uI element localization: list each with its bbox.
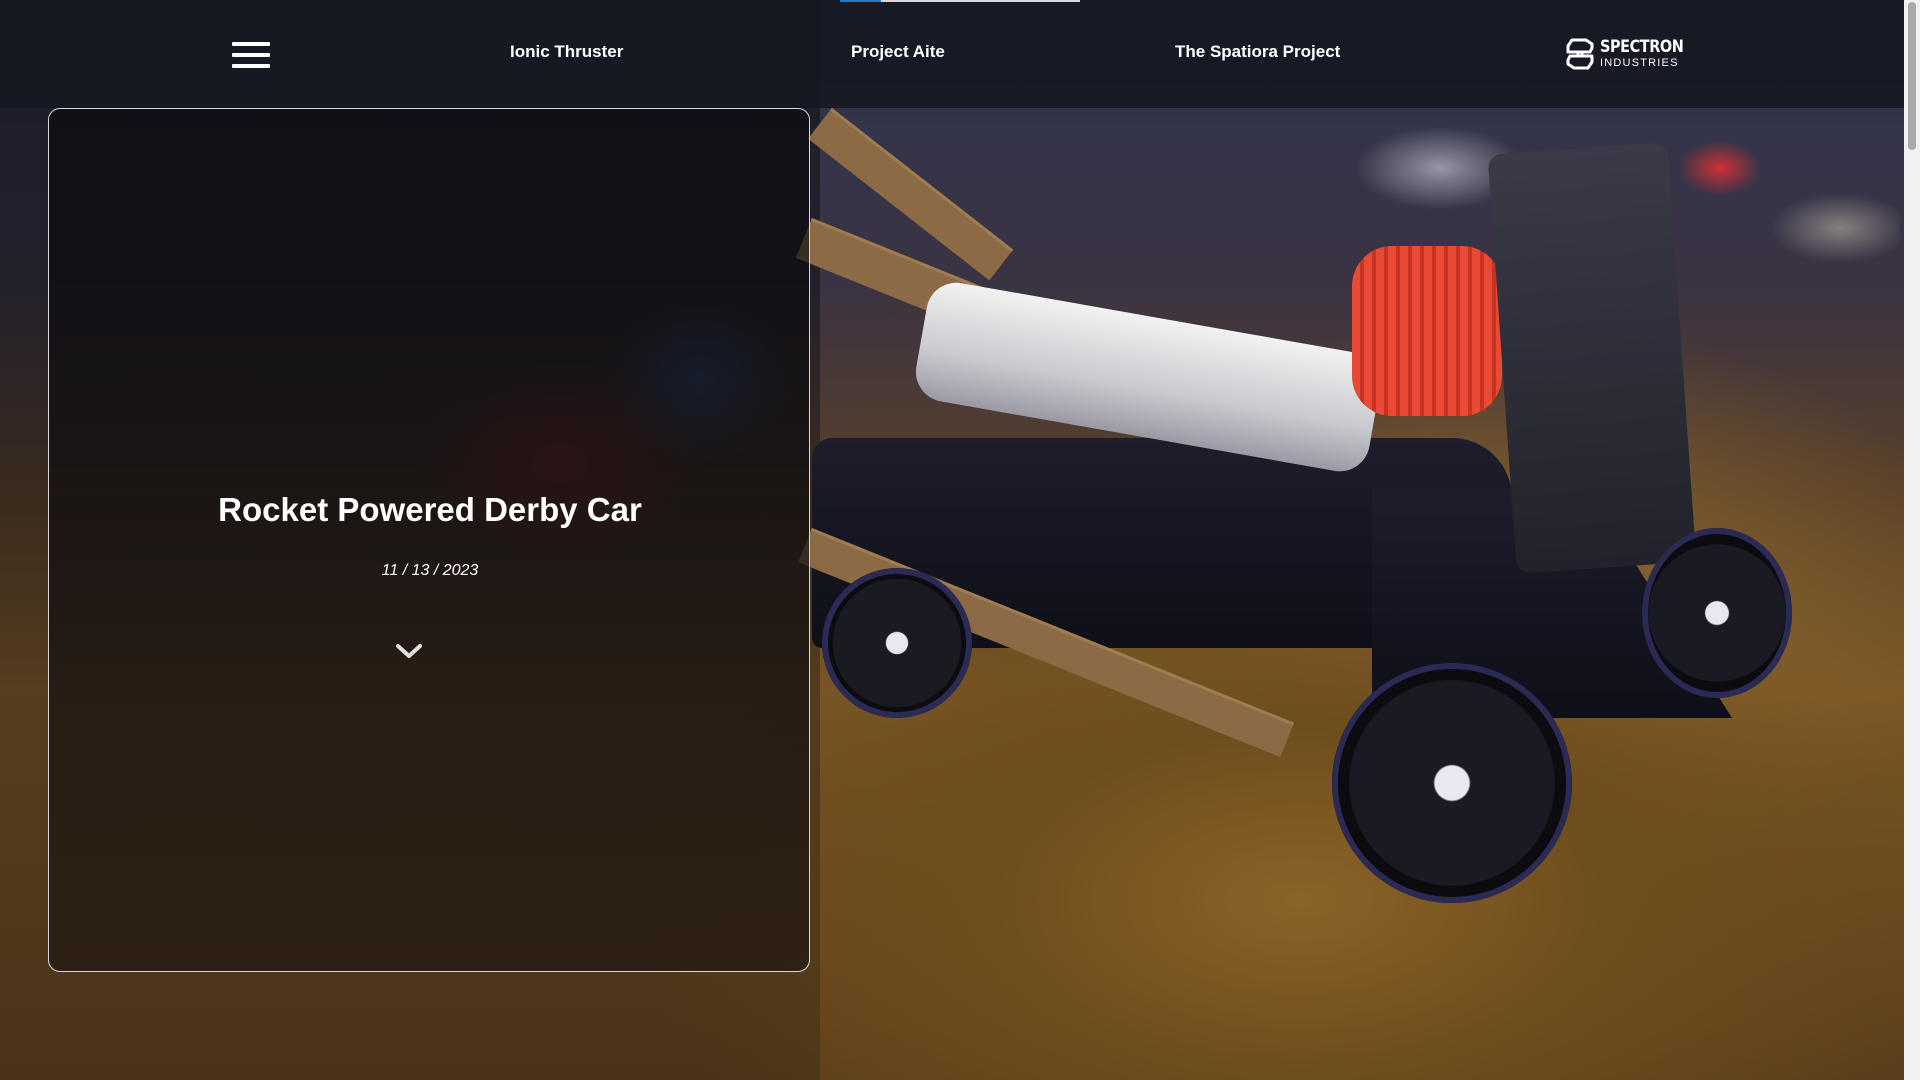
spectron-s-logo-icon (1566, 38, 1594, 70)
publish-date: 11 / 13 / 2023 (381, 562, 479, 579)
site-header: Ionic Thruster Project Aite The Spatiora… (0, 0, 1904, 108)
nav-link-spatiora-project[interactable]: The Spatiora Project (1175, 42, 1340, 62)
page-scrollbar[interactable] (1904, 0, 1920, 1080)
nav-link-project-aite[interactable]: Project Aite (851, 42, 945, 62)
rear-weight-block (1487, 142, 1697, 574)
scrollbar-thumb[interactable] (1908, 2, 1916, 150)
spectron-logo[interactable]: SPECTRON INDUSTRIES (1566, 36, 1698, 72)
rocket-nozzle (1352, 246, 1502, 416)
logo-line-1: SPECTRON (1600, 37, 1684, 57)
hamburger-menu-icon[interactable] (232, 42, 270, 68)
hero-title-card: Rocket Powered Derby Car 11 / 13 / 2023 (48, 108, 810, 972)
rear-wheel-far (1642, 528, 1792, 698)
reading-progress-fill (840, 0, 881, 2)
reading-progress-bar (840, 0, 1080, 2)
logo-line-2: INDUSTRIES (1600, 57, 1679, 69)
page-title: Rocket Powered Derby Car (218, 491, 642, 528)
front-wheel (822, 568, 972, 718)
chevron-down-icon[interactable] (394, 641, 424, 661)
logo-wordmark: SPECTRON INDUSTRIES (1600, 39, 1698, 69)
nav-link-ionic-thruster[interactable]: Ionic Thruster (510, 42, 623, 62)
page: Ionic Thruster Project Aite The Spatiora… (0, 0, 1920, 1080)
rear-wheel-near (1332, 663, 1572, 903)
derby-car-image (795, 108, 1912, 928)
